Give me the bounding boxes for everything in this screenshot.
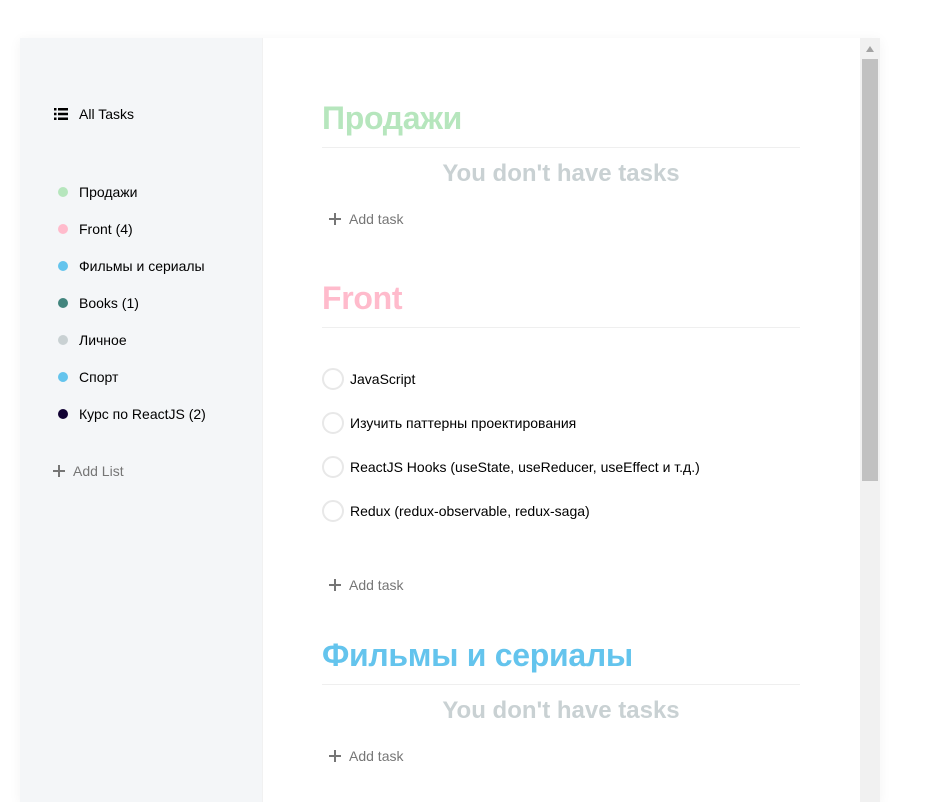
scrollbar-thumb[interactable] — [862, 59, 878, 481]
plus-icon — [328, 212, 342, 226]
add-task-label: Add task — [349, 211, 404, 227]
section-title: Продажи — [322, 89, 800, 148]
task-section-front: Front JavaScript Изучить паттерны проект… — [322, 269, 800, 593]
plus-icon — [328, 578, 342, 592]
task-text: Изучить паттерны проектирования — [350, 415, 577, 431]
list-color-dot — [58, 223, 68, 234]
plus-icon — [52, 464, 66, 478]
list-color-dot — [58, 408, 68, 419]
sidebar-item-label: Личное — [79, 331, 127, 348]
sidebar-item-books[interactable]: Books (1) — [58, 284, 206, 321]
list-color-dot — [58, 371, 68, 382]
circle-checkbox-icon[interactable] — [322, 456, 344, 478]
list-color-dot — [58, 186, 68, 197]
sidebar-item-label: Продажи — [79, 183, 138, 200]
circle-checkbox-icon[interactable] — [322, 412, 344, 434]
sidebar-item-films[interactable]: Фильмы и сериалы — [58, 247, 206, 284]
task-text: ReactJS Hooks (useState, useReducer, use… — [350, 459, 700, 475]
task-text: Redux (redux-observable, redux-saga) — [350, 503, 590, 519]
add-list-button[interactable]: Add List — [52, 463, 124, 479]
task-item: ReactJS Hooks (useState, useReducer, use… — [322, 445, 800, 489]
sidebar-item-sport[interactable]: Спорт — [58, 358, 206, 395]
section-title: Front — [322, 269, 800, 328]
list-color-dot — [58, 260, 68, 271]
sidebar-item-label: Books (1) — [79, 294, 139, 311]
list-icon — [54, 108, 68, 120]
empty-state-text: You don't have tasks — [442, 697, 680, 724]
sidebar-item-react-course[interactable]: Курс по ReactJS (2) — [58, 395, 206, 432]
sidebar: All Tasks Продажи Front (4) Фильмы и сер… — [20, 38, 263, 802]
task-item: JavaScript — [322, 357, 800, 401]
sidebar-item-prodazhi[interactable]: Продажи — [58, 173, 206, 210]
task-item: Изучить паттерны проектирования — [322, 401, 800, 445]
vertical-scrollbar[interactable] — [860, 38, 880, 802]
add-task-button[interactable]: Add task — [328, 748, 800, 764]
task-section-films: Фильмы и сериалы You don't have tasks Ad… — [322, 626, 800, 764]
section-title: Фильмы и сериалы — [322, 626, 800, 685]
plus-icon — [328, 749, 342, 763]
scroll-up-arrow-icon[interactable] — [866, 46, 874, 52]
todo-app-window: All Tasks Продажи Front (4) Фильмы и сер… — [20, 38, 880, 802]
sidebar-item-personal[interactable]: Личное — [58, 321, 206, 358]
add-task-button[interactable]: Add task — [328, 577, 800, 593]
empty-state-text: You don't have tasks — [442, 160, 680, 187]
sidebar-item-front[interactable]: Front (4) — [58, 210, 206, 247]
all-tasks-label: All Tasks — [79, 106, 134, 122]
task-section-prodazhi: Продажи You don't have tasks Add task — [322, 89, 800, 227]
all-tasks-button[interactable]: All Tasks — [54, 106, 134, 122]
add-list-label: Add List — [73, 463, 124, 479]
circle-checkbox-icon[interactable] — [322, 500, 344, 522]
task-text: JavaScript — [350, 371, 416, 387]
lists-nav: Продажи Front (4) Фильмы и сериалы Books… — [58, 173, 206, 432]
sidebar-item-label: Спорт — [79, 368, 119, 385]
list-color-dot — [58, 334, 68, 345]
add-task-button[interactable]: Add task — [328, 211, 800, 227]
list-color-dot — [58, 297, 68, 308]
task-list: JavaScript Изучить паттерны проектирован… — [322, 357, 800, 533]
sidebar-item-label: Фильмы и сериалы — [79, 257, 205, 274]
tasks-main: Продажи You don't have tasks Add task Fr… — [262, 38, 860, 802]
task-item: Redux (redux-observable, redux-saga) — [322, 489, 800, 533]
circle-checkbox-icon[interactable] — [322, 368, 344, 390]
sidebar-item-label: Курс по ReactJS (2) — [79, 405, 206, 422]
sidebar-item-label: Front (4) — [79, 220, 133, 237]
add-task-label: Add task — [349, 577, 404, 593]
add-task-label: Add task — [349, 748, 404, 764]
